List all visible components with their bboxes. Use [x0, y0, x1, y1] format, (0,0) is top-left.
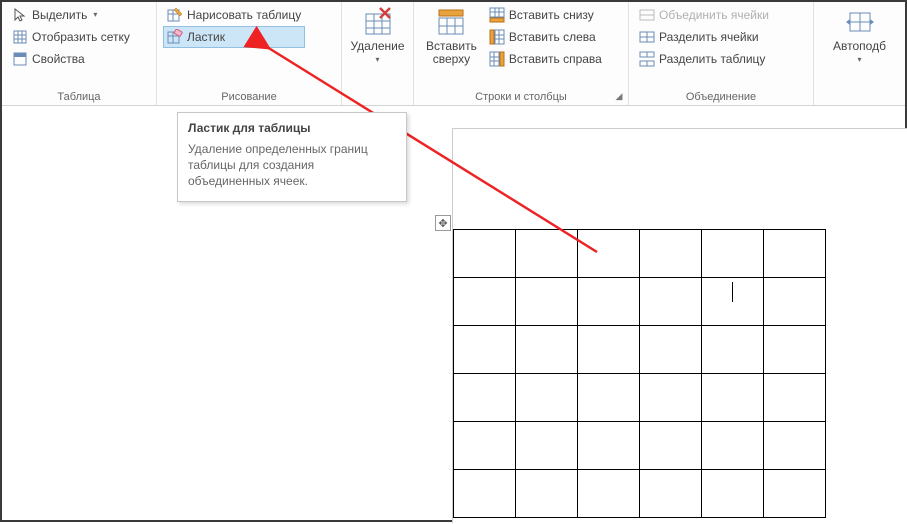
autofit-icon: [844, 6, 876, 38]
ribbon: Выделить ▾ Отобразить сетку Свойства Та: [2, 2, 905, 106]
text-cursor: [732, 282, 733, 302]
select-label: Выделить: [32, 6, 87, 24]
group-merge: Объединить ячейки Разделить ячейки Разде…: [629, 2, 814, 105]
split-cells-icon: [639, 29, 655, 45]
insert-left-icon: [489, 29, 505, 45]
select-button[interactable]: Выделить ▾: [8, 4, 134, 26]
group-table: Выделить ▾ Отобразить сетку Свойства Та: [2, 2, 157, 105]
group-drawing: Нарисовать таблицу Ластик Рисование: [157, 2, 342, 105]
group-autofit-spacer: [820, 88, 899, 105]
group-autofit: Автоподб ▾: [814, 2, 905, 105]
chevron-down-icon: ▾: [857, 55, 861, 64]
document-table[interactable]: [453, 229, 826, 518]
group-rows-cols-label: Строки и столбцы: [420, 88, 622, 105]
insert-right-icon: [489, 51, 505, 67]
eraser-label: Ластик: [187, 28, 225, 46]
grid-icon: [12, 29, 28, 45]
insert-left-label: Вставить слева: [509, 28, 596, 46]
delete-icon: [362, 6, 394, 38]
insert-above-label: Вставить сверху: [426, 40, 477, 66]
draw-table-icon: [167, 7, 183, 23]
tooltip-title: Ластик для таблицы: [188, 121, 396, 135]
insert-above-button[interactable]: Вставить сверху: [420, 4, 483, 68]
split-cells-button[interactable]: Разделить ячейки: [635, 26, 773, 48]
autofit-button[interactable]: Автоподб ▾: [827, 4, 892, 66]
delete-button[interactable]: Удаление ▾: [344, 4, 410, 66]
rows-cols-dialog-launcher[interactable]: ◢: [613, 90, 625, 102]
split-cells-label: Разделить ячейки: [659, 28, 759, 46]
eraser-button[interactable]: Ластик: [163, 26, 305, 48]
delete-label: Удаление: [350, 40, 404, 53]
show-grid-button[interactable]: Отобразить сетку: [8, 26, 134, 48]
eraser-tooltip: Ластик для таблицы Удаление определенных…: [177, 112, 407, 202]
group-table-label: Таблица: [8, 88, 150, 105]
split-table-icon: [639, 51, 655, 67]
merge-cells-icon: [639, 7, 655, 23]
insert-right-button[interactable]: Вставить справа: [485, 48, 606, 70]
properties-label: Свойства: [32, 50, 85, 68]
chevron-down-icon: ▾: [93, 6, 97, 24]
draw-table-label: Нарисовать таблицу: [187, 6, 301, 24]
tooltip-body: Удаление определенных границ таблицы для…: [188, 141, 396, 189]
chevron-down-icon: ▾: [376, 55, 380, 64]
merge-cells-button[interactable]: Объединить ячейки: [635, 4, 773, 26]
insert-above-icon: [435, 6, 467, 38]
insert-below-label: Вставить снизу: [509, 6, 594, 24]
autofit-label: Автоподб: [833, 40, 886, 53]
split-table-button[interactable]: Разделить таблицу: [635, 48, 773, 70]
insert-right-label: Вставить справа: [509, 50, 602, 68]
merge-cells-label: Объединить ячейки: [659, 6, 769, 24]
properties-button[interactable]: Свойства: [8, 48, 134, 70]
group-rows-cols: Вставить сверху Вставить снизу Вставить …: [414, 2, 629, 105]
draw-table-button[interactable]: Нарисовать таблицу: [163, 4, 305, 26]
insert-below-button[interactable]: Вставить снизу: [485, 4, 606, 26]
document-page[interactable]: ✥: [452, 128, 907, 523]
document-area: ✥: [2, 106, 905, 520]
group-merge-label: Объединение: [635, 88, 807, 105]
properties-icon: [12, 51, 28, 67]
group-drawing-label: Рисование: [163, 88, 335, 105]
insert-below-icon: [489, 7, 505, 23]
group-delete-spacer: [348, 88, 407, 105]
table-move-handle[interactable]: ✥: [435, 215, 451, 231]
group-delete: Удаление ▾: [342, 2, 414, 105]
cursor-icon: [12, 7, 28, 23]
insert-left-button[interactable]: Вставить слева: [485, 26, 606, 48]
split-table-label: Разделить таблицу: [659, 50, 765, 68]
eraser-icon: [167, 29, 183, 45]
show-grid-label: Отобразить сетку: [32, 28, 130, 46]
